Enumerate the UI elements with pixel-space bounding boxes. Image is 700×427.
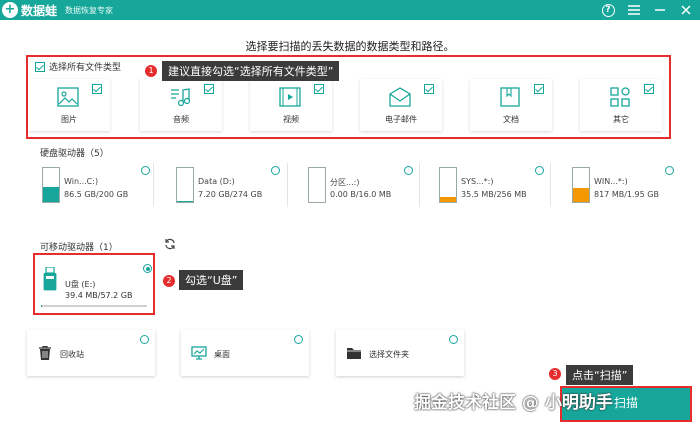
type-card-audio[interactable]: 音频: [140, 79, 222, 131]
checkbox-icon[interactable]: [644, 84, 654, 94]
step-badge-1: 1: [145, 65, 157, 77]
trash-icon: [39, 346, 51, 360]
drive-name: SYS...*:): [461, 177, 494, 186]
usb-usage-bar: [41, 305, 147, 307]
drive-radio[interactable]: [404, 166, 413, 175]
type-label: 其它: [613, 115, 629, 124]
type-card-email[interactable]: 电子邮件: [360, 79, 442, 131]
drive-usage-fill: [43, 187, 59, 202]
location-label: 回收站: [60, 350, 84, 359]
step-badge-2: 2: [163, 275, 175, 287]
drive-size: 0.00 B/16.0 MB: [330, 190, 392, 199]
mail-icon: [389, 87, 411, 107]
type-label: 视频: [283, 115, 299, 124]
drive-icon: [308, 167, 326, 203]
music-icon: [171, 88, 191, 107]
drive-card-c[interactable]: Win...C:) 86.5 GB/200 GB: [34, 163, 154, 207]
usb-radio-selected[interactable]: [143, 264, 152, 273]
drive-usage-fill: [440, 197, 456, 202]
checkbox-icon[interactable]: [534, 84, 544, 94]
callout-usb: 勾选“U盘”: [179, 270, 244, 290]
callout-scan: 点击“扫描”: [566, 365, 634, 385]
drive-name: 分区...:): [330, 178, 360, 187]
checkbox-icon[interactable]: [35, 61, 45, 72]
type-card-image[interactable]: 图片: [28, 79, 110, 131]
location-label: 选择文件夹: [369, 350, 409, 359]
drive-size: 7.20 GB/274 GB: [198, 190, 263, 199]
usb-drive-size: 39.4 MB/57.2 GB: [65, 291, 133, 300]
drive-card-partition[interactable]: 分区...:) 0.00 B/16.0 MB: [300, 163, 420, 207]
drive-name: Win...C:): [64, 177, 99, 186]
step-badge-3: 3: [549, 368, 561, 380]
callout-select-all: 建议直接勾选“选择所有文件类型”: [162, 61, 340, 81]
drive-radio[interactable]: [535, 166, 544, 175]
menu-icon[interactable]: [626, 2, 642, 18]
desktop-icon: [191, 346, 207, 360]
usb-drive-name: U盘 (E:): [65, 280, 96, 289]
checkbox-icon[interactable]: [204, 84, 214, 94]
type-label: 电子邮件: [385, 115, 417, 124]
app-subtitle: 数据恢复专家: [65, 5, 114, 15]
location-recycle-bin[interactable]: 回收站: [27, 330, 155, 376]
type-label: 文档: [503, 115, 519, 124]
page-heading: 选择要扫描的丢失数据的数据类型和路径。: [245, 40, 455, 53]
refresh-icon[interactable]: [164, 238, 176, 250]
usb-drive-card[interactable]: U盘 (E:) 39.4 MB/57.2 GB: [33, 253, 155, 315]
checkbox-icon[interactable]: [424, 84, 434, 94]
help-icon[interactable]: ?: [600, 2, 616, 18]
folder-icon: [347, 348, 361, 359]
type-card-other[interactable]: 其它: [580, 79, 662, 131]
hdd-section-title: 硬盘驱动器（5）: [40, 149, 109, 159]
drive-card-sys[interactable]: SYS...*:) 35.5 MB/256 MB: [431, 163, 551, 207]
removable-section-title: 可移动驱动器（1）: [40, 243, 118, 253]
app-name: 数据蛙: [21, 3, 58, 18]
drive-card-d[interactable]: Data (D:) 7.20 GB/274 GB: [168, 163, 288, 207]
minimize-icon[interactable]: [652, 2, 668, 18]
location-desktop[interactable]: 桌面: [181, 330, 309, 376]
drive-icon: [176, 167, 194, 203]
type-card-video[interactable]: 视频: [250, 79, 332, 131]
location-radio[interactable]: [449, 335, 458, 344]
video-icon: [279, 87, 301, 107]
close-icon[interactable]: [678, 2, 694, 18]
type-label: 音频: [173, 115, 189, 124]
drive-radio[interactable]: [665, 166, 674, 175]
image-icon: [57, 87, 79, 107]
drive-icon: [439, 167, 457, 203]
drive-radio[interactable]: [141, 166, 150, 175]
checkbox-icon[interactable]: [92, 84, 102, 94]
logo-mark: +: [2, 2, 18, 18]
document-icon: [500, 87, 520, 107]
drive-size: 35.5 MB/256 MB: [461, 190, 527, 199]
drive-size: 817 MB/1.95 GB: [594, 190, 659, 199]
drive-icon: [42, 167, 60, 203]
select-all-label: 选择所有文件类型: [49, 63, 122, 73]
grid-icon: [610, 87, 630, 107]
location-radio[interactable]: [140, 335, 149, 344]
title-bar: + 数据蛙 数据恢复专家 ?: [0, 0, 700, 20]
checkbox-icon[interactable]: [314, 84, 324, 94]
type-card-document[interactable]: 文档: [470, 79, 552, 131]
drive-name: Data (D:): [198, 177, 235, 186]
drive-size: 86.5 GB/200 GB: [64, 190, 129, 199]
watermark: 掘金技术社区 @ 小明助手: [414, 393, 613, 413]
drive-usage-fill: [573, 187, 589, 202]
location-select-folder[interactable]: 选择文件夹: [336, 330, 464, 376]
select-all-checkbox[interactable]: 选择所有文件类型: [35, 60, 121, 73]
drive-usage-fill: [177, 200, 193, 202]
app-logo: + 数据蛙 数据恢复专家: [2, 2, 113, 18]
type-label: 图片: [61, 115, 77, 124]
usb-drive-icon: [43, 267, 57, 291]
location-label: 桌面: [214, 350, 230, 359]
usb-usage-fill: [41, 305, 43, 307]
drive-name: WIN...*:): [594, 177, 628, 186]
location-radio[interactable]: [294, 335, 303, 344]
drive-radio[interactable]: [271, 166, 280, 175]
drive-icon: [572, 167, 590, 203]
file-type-panel: [26, 55, 671, 139]
